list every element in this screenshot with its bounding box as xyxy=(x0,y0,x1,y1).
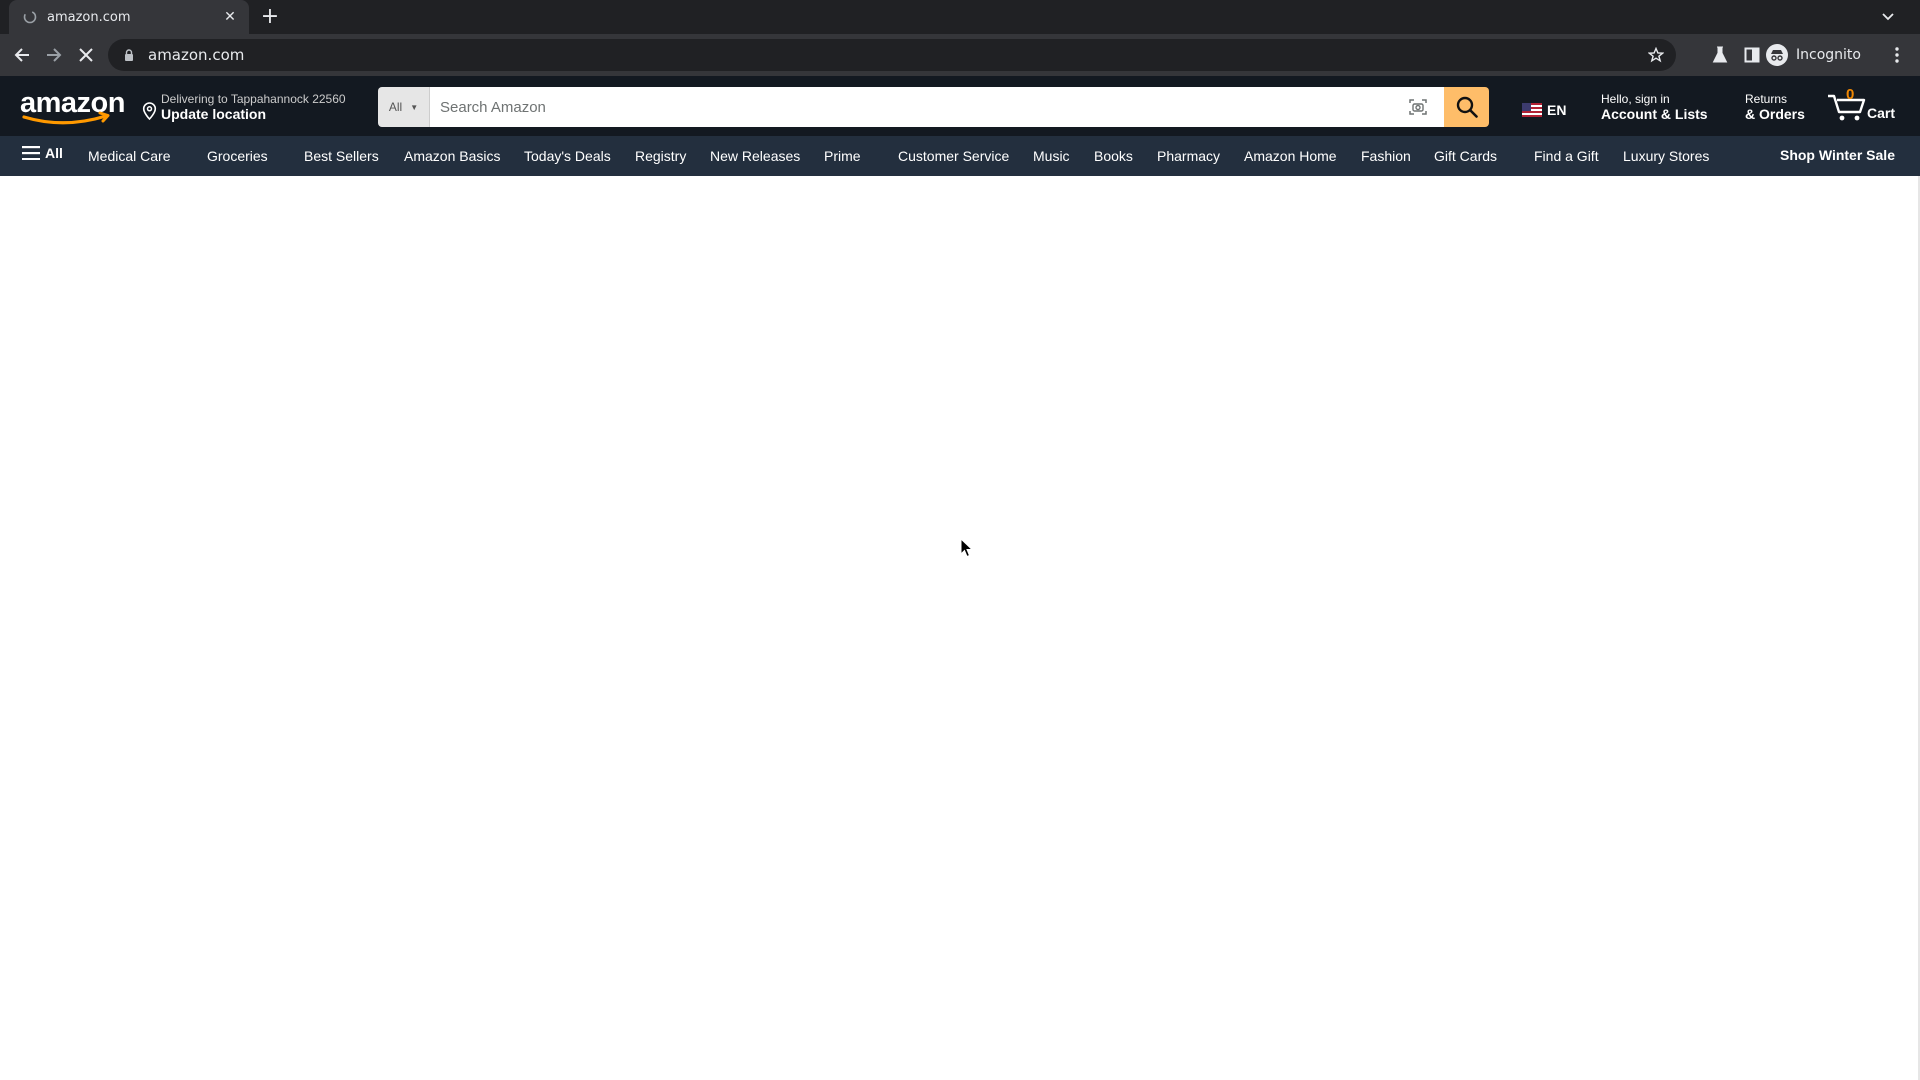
search-input[interactable] xyxy=(430,88,1444,126)
nav-item-find-a-gift[interactable]: Find a Gift xyxy=(1534,148,1599,164)
nav-item-customer-service[interactable]: Customer Service xyxy=(898,148,1009,164)
location-pin-icon xyxy=(142,102,157,125)
lock-icon[interactable] xyxy=(122,48,136,62)
all-menu-button[interactable]: All xyxy=(22,145,63,161)
svg-text:amazon: amazon xyxy=(20,88,125,119)
language-selector[interactable]: EN xyxy=(1522,100,1566,120)
incognito-label: Incognito xyxy=(1796,47,1861,63)
forward-arrow-icon[interactable] xyxy=(41,42,67,68)
nav-item-books[interactable]: Books xyxy=(1094,148,1133,164)
nav-item-best-sellers[interactable]: Best Sellers xyxy=(304,148,379,164)
browser-tab[interactable]: amazon.com ✕ xyxy=(9,0,249,34)
cart-count: 0 xyxy=(1846,86,1855,103)
amazon-header: amazon Delivering to Tappahannock 22560 … xyxy=(0,76,1920,136)
nav-promo-winter-sale[interactable]: Shop Winter Sale xyxy=(1780,147,1895,163)
back-arrow-icon[interactable] xyxy=(9,42,35,68)
cart-button[interactable]: 0 Cart xyxy=(1827,86,1907,128)
close-icon[interactable]: ✕ xyxy=(221,8,239,26)
nav-item-gift-cards[interactable]: Gift Cards xyxy=(1434,148,1497,164)
browser-toolbar: amazon.com Incognito xyxy=(0,34,1920,76)
all-menu-label: All xyxy=(45,145,63,161)
nav-item-prime[interactable]: Prime xyxy=(824,148,861,164)
side-panel-icon[interactable] xyxy=(1741,44,1763,66)
hamburger-icon xyxy=(22,146,40,160)
star-icon[interactable] xyxy=(1646,45,1666,65)
returns-label: Returns xyxy=(1745,92,1788,106)
page-content xyxy=(0,176,1920,1080)
incognito-profile-button[interactable]: Incognito xyxy=(1766,40,1876,70)
camera-icon[interactable] xyxy=(1408,97,1428,117)
kebab-icon[interactable] xyxy=(1886,44,1908,66)
cart-label: Cart xyxy=(1867,105,1896,121)
update-location-text: Update location xyxy=(161,106,267,122)
account-lists-label: Account & Lists xyxy=(1601,106,1708,122)
search-bar: All ▼ xyxy=(378,87,1489,127)
deliver-to-text: Delivering to Tappahannock 22560 xyxy=(161,92,346,106)
chevron-down-icon: ▼ xyxy=(410,102,419,112)
nav-item-registry[interactable]: Registry xyxy=(635,148,686,164)
stop-icon[interactable] xyxy=(73,42,99,68)
url-text: amazon.com xyxy=(148,46,245,64)
nav-item-groceries[interactable]: Groceries xyxy=(207,148,268,164)
nav-item-medical-care[interactable]: Medical Care xyxy=(88,148,170,164)
nav-item-music[interactable]: Music xyxy=(1033,148,1070,164)
chevron-down-icon[interactable] xyxy=(1876,7,1900,27)
nav-item-amazon-basics[interactable]: Amazon Basics xyxy=(404,148,500,164)
search-department-label: All xyxy=(388,100,403,114)
browser-tabstrip: amazon.com ✕ + xyxy=(0,0,1920,34)
nav-item-pharmacy[interactable]: Pharmacy xyxy=(1157,148,1220,164)
labs-icon[interactable] xyxy=(1709,44,1731,66)
plus-icon[interactable]: + xyxy=(258,6,282,30)
nav-item-todays-deals[interactable]: Today's Deals xyxy=(524,148,611,164)
nav-item-amazon-home[interactable]: Amazon Home xyxy=(1244,148,1337,164)
tab-title: amazon.com xyxy=(47,9,131,25)
mouse-pointer-icon xyxy=(960,537,974,558)
nav-item-fashion[interactable]: Fashion xyxy=(1361,148,1411,164)
nav-item-luxury-stores[interactable]: Luxury Stores xyxy=(1623,148,1709,164)
us-flag-icon xyxy=(1522,103,1542,117)
amazon-logo[interactable]: amazon xyxy=(16,87,126,126)
favicon-icon xyxy=(23,10,37,24)
account-greeting: Hello, sign in xyxy=(1601,92,1670,106)
search-icon xyxy=(1456,96,1478,118)
orders-label: & Orders xyxy=(1745,106,1805,122)
search-button[interactable] xyxy=(1444,87,1489,127)
search-department-select[interactable]: All ▼ xyxy=(378,87,430,127)
language-code: EN xyxy=(1547,102,1567,118)
amazon-nav-bar: All Medical Care Groceries Best Sellers … xyxy=(0,136,1920,176)
account-and-lists[interactable]: Hello, sign in Account & Lists xyxy=(1601,92,1708,122)
incognito-icon xyxy=(1766,44,1788,66)
search-field xyxy=(430,87,1444,127)
address-bar[interactable]: amazon.com xyxy=(108,39,1676,71)
nav-item-new-releases[interactable]: New Releases xyxy=(710,148,800,164)
returns-and-orders[interactable]: Returns & Orders xyxy=(1745,92,1805,122)
